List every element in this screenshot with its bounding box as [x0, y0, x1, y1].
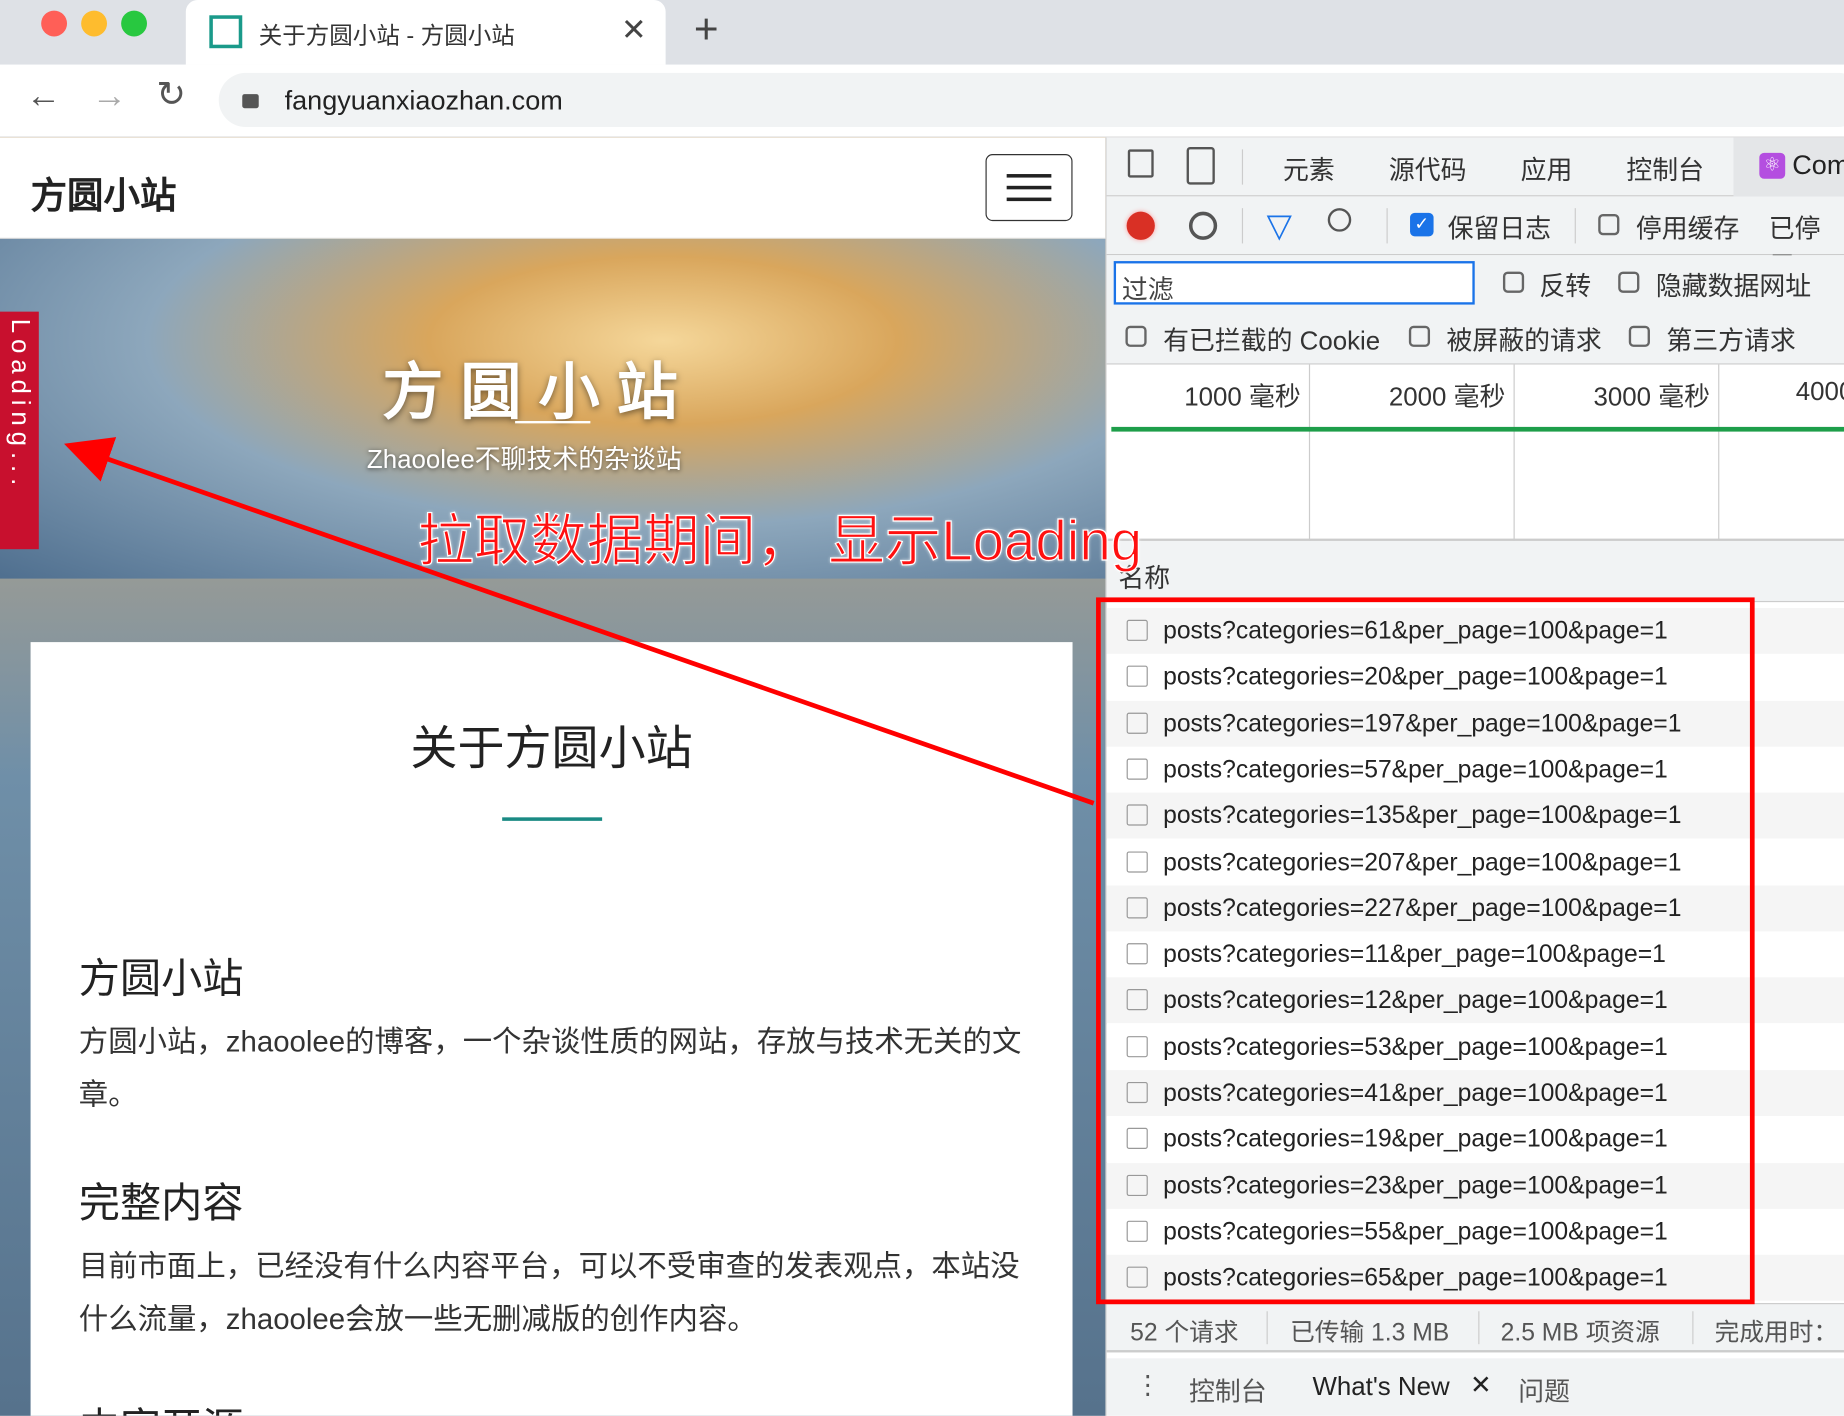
- annotation-text: 拉取数据期间， 显示Loading: [417, 510, 1143, 574]
- annotation-overlay: [64, 437, 1755, 1305]
- annotation-box: [1096, 597, 1755, 1305]
